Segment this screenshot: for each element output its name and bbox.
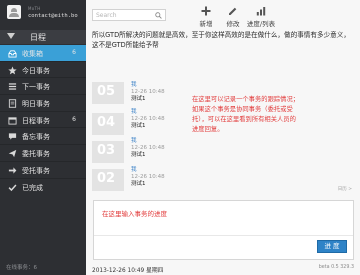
forward-icon [8,167,17,174]
edit-label: 修改 [226,20,240,28]
date-badge: 03 [92,141,124,163]
sidebar-item-count: 6 [72,49,76,56]
sidebar-item-label: 受托事务 [22,166,50,175]
progress-list-label: 进度/列表 [246,20,276,28]
sidebar-item-delegated[interactable]: 委托事务 [0,145,86,162]
sidebar-item-label: 下一事务 [22,83,50,92]
sidebar-item-label: 委托事务 [22,150,50,159]
entry-text: 测试1 [131,181,146,187]
sidebar-item-label: 已完成 [22,183,43,192]
sidebar-item-inbox[interactable]: 收集箱 6 [0,45,86,62]
timeline-entry: 我 12-26 10:48 测试1 [131,109,165,130]
user-panel[interactable]: MoTH contact@eith.bo [0,0,86,28]
date-badge: 05 [92,82,124,104]
sidebar-item-label: 收集箱 [22,50,43,58]
sidebar-item-tomorrow[interactable]: 明日事务 [0,95,86,112]
main-panel: Search 新增 修改 进度/列表 所以GTD所解决的问题就是高效，至于你这样… [86,0,360,275]
entry-text: 测试1 [131,123,146,129]
timeline-entry: 我 12-26 10:48 测试1 [131,167,165,188]
entry-author[interactable]: 我 [131,138,165,145]
timeline-entry: 我 12-26 10:48 测试1 [131,138,165,159]
sidebar-item-schedule[interactable]: 日程事务 6 [0,112,86,129]
calendar-link[interactable]: 日历 > [338,186,352,192]
entry-text: 测试1 [131,152,146,158]
entry-author[interactable]: 我 [131,167,165,174]
date-badge: 02 [92,169,124,191]
task-description: 所以GTD所解决的问题就是高效，至于你这样高效的是在做什么，做的事情有多少意义，… [92,31,350,49]
progress-list-button[interactable]: 进度/列表 [244,6,278,28]
sidebar-nav: 收集箱 6 今日事务 下一事务 明日事务 日程事务 6 备忘事务 委托事务 受托… [0,45,86,195]
online-count: 在线事务：6 [6,265,37,271]
section-title: 日程 [30,33,46,42]
entry-time: 12-26 10:48 [131,174,165,180]
entry-time: 12-26 10:48 [131,116,165,122]
star-icon [8,66,17,75]
sidebar-item-next[interactable]: 下一事务 [0,78,86,96]
sidebar-item-today[interactable]: 今日事务 [0,62,86,79]
search-input[interactable]: Search [92,9,166,21]
date-day: 05 [97,84,116,99]
annotation-note: 在这里可以记录一个事务的跟踪情况；如果这个事务是协同事务（委托或受托），可以在这… [192,96,300,133]
search-icon[interactable] [155,12,162,19]
date-day: 04 [97,115,116,130]
edit-button[interactable]: 修改 [221,6,245,28]
bar-chart-icon [256,7,266,16]
sidebar-item-label: 今日事务 [22,66,50,75]
inbox-icon [8,50,17,58]
sidebar-item-label: 备忘事务 [22,133,50,142]
date-day: 03 [97,143,116,158]
user-label: MoTH [28,6,41,11]
entry-author[interactable]: 我 [131,82,165,89]
sidebar-item-count: 6 [72,115,76,123]
date-day: 02 [97,171,116,186]
sidebar-item-entrusted[interactable]: 受托事务 [0,162,86,179]
sidebar-item-memo[interactable]: 备忘事务 [0,128,86,146]
document-icon [8,99,17,108]
plus-icon [201,6,211,16]
new-button[interactable]: 新增 [194,6,218,28]
entry-time: 12-26 10:48 [131,89,165,95]
status-datetime: 2013-12-26 10:49 星期四 [92,268,164,274]
build-version: beta 0.5 329.3 [318,265,354,270]
collapse-arrow-icon[interactable] [7,33,15,39]
submit-progress-button[interactable]: 进 度 [317,240,347,253]
pencil-icon [229,7,237,15]
date-badge: 04 [92,113,124,135]
sidebar-item-completed[interactable]: 已完成 [0,179,86,196]
sidebar-item-label: 明日事务 [22,100,50,109]
search-placeholder: Search [96,12,117,19]
send-icon [8,150,17,158]
progress-input-placeholder: 在这里输入事务的进度 [102,210,167,218]
check-icon [8,184,17,191]
progress-input[interactable]: 在这里输入事务的进度 进 度 [93,200,354,260]
new-label: 新增 [199,20,213,28]
progress-timeline: 05 我 12-26 10:48 测试1 04 我 12-26 10:48 测试… [92,74,354,192]
sidebar-item-label: 日程事务 [22,116,50,125]
status-bar: 2013-12-26 10:49 星期四 beta 0.5 329.3 [86,263,360,275]
list-icon [8,83,17,91]
calendar-icon [8,117,17,125]
entry-text: 测试1 [131,96,146,102]
entry-time: 12-26 10:48 [131,145,165,151]
user-email: contact@eith.bo [28,13,78,19]
timeline-entry: 我 12-26 10:48 测试1 [131,82,165,103]
entry-author[interactable]: 我 [131,109,165,116]
sidebar: MoTH contact@eith.bo 日程 收集箱 6 今日事务 下一事务 … [0,0,86,275]
section-header-schedule[interactable]: 日程 [0,30,86,44]
chat-icon [8,133,17,141]
avatar-icon [7,5,21,19]
divider [94,235,353,236]
